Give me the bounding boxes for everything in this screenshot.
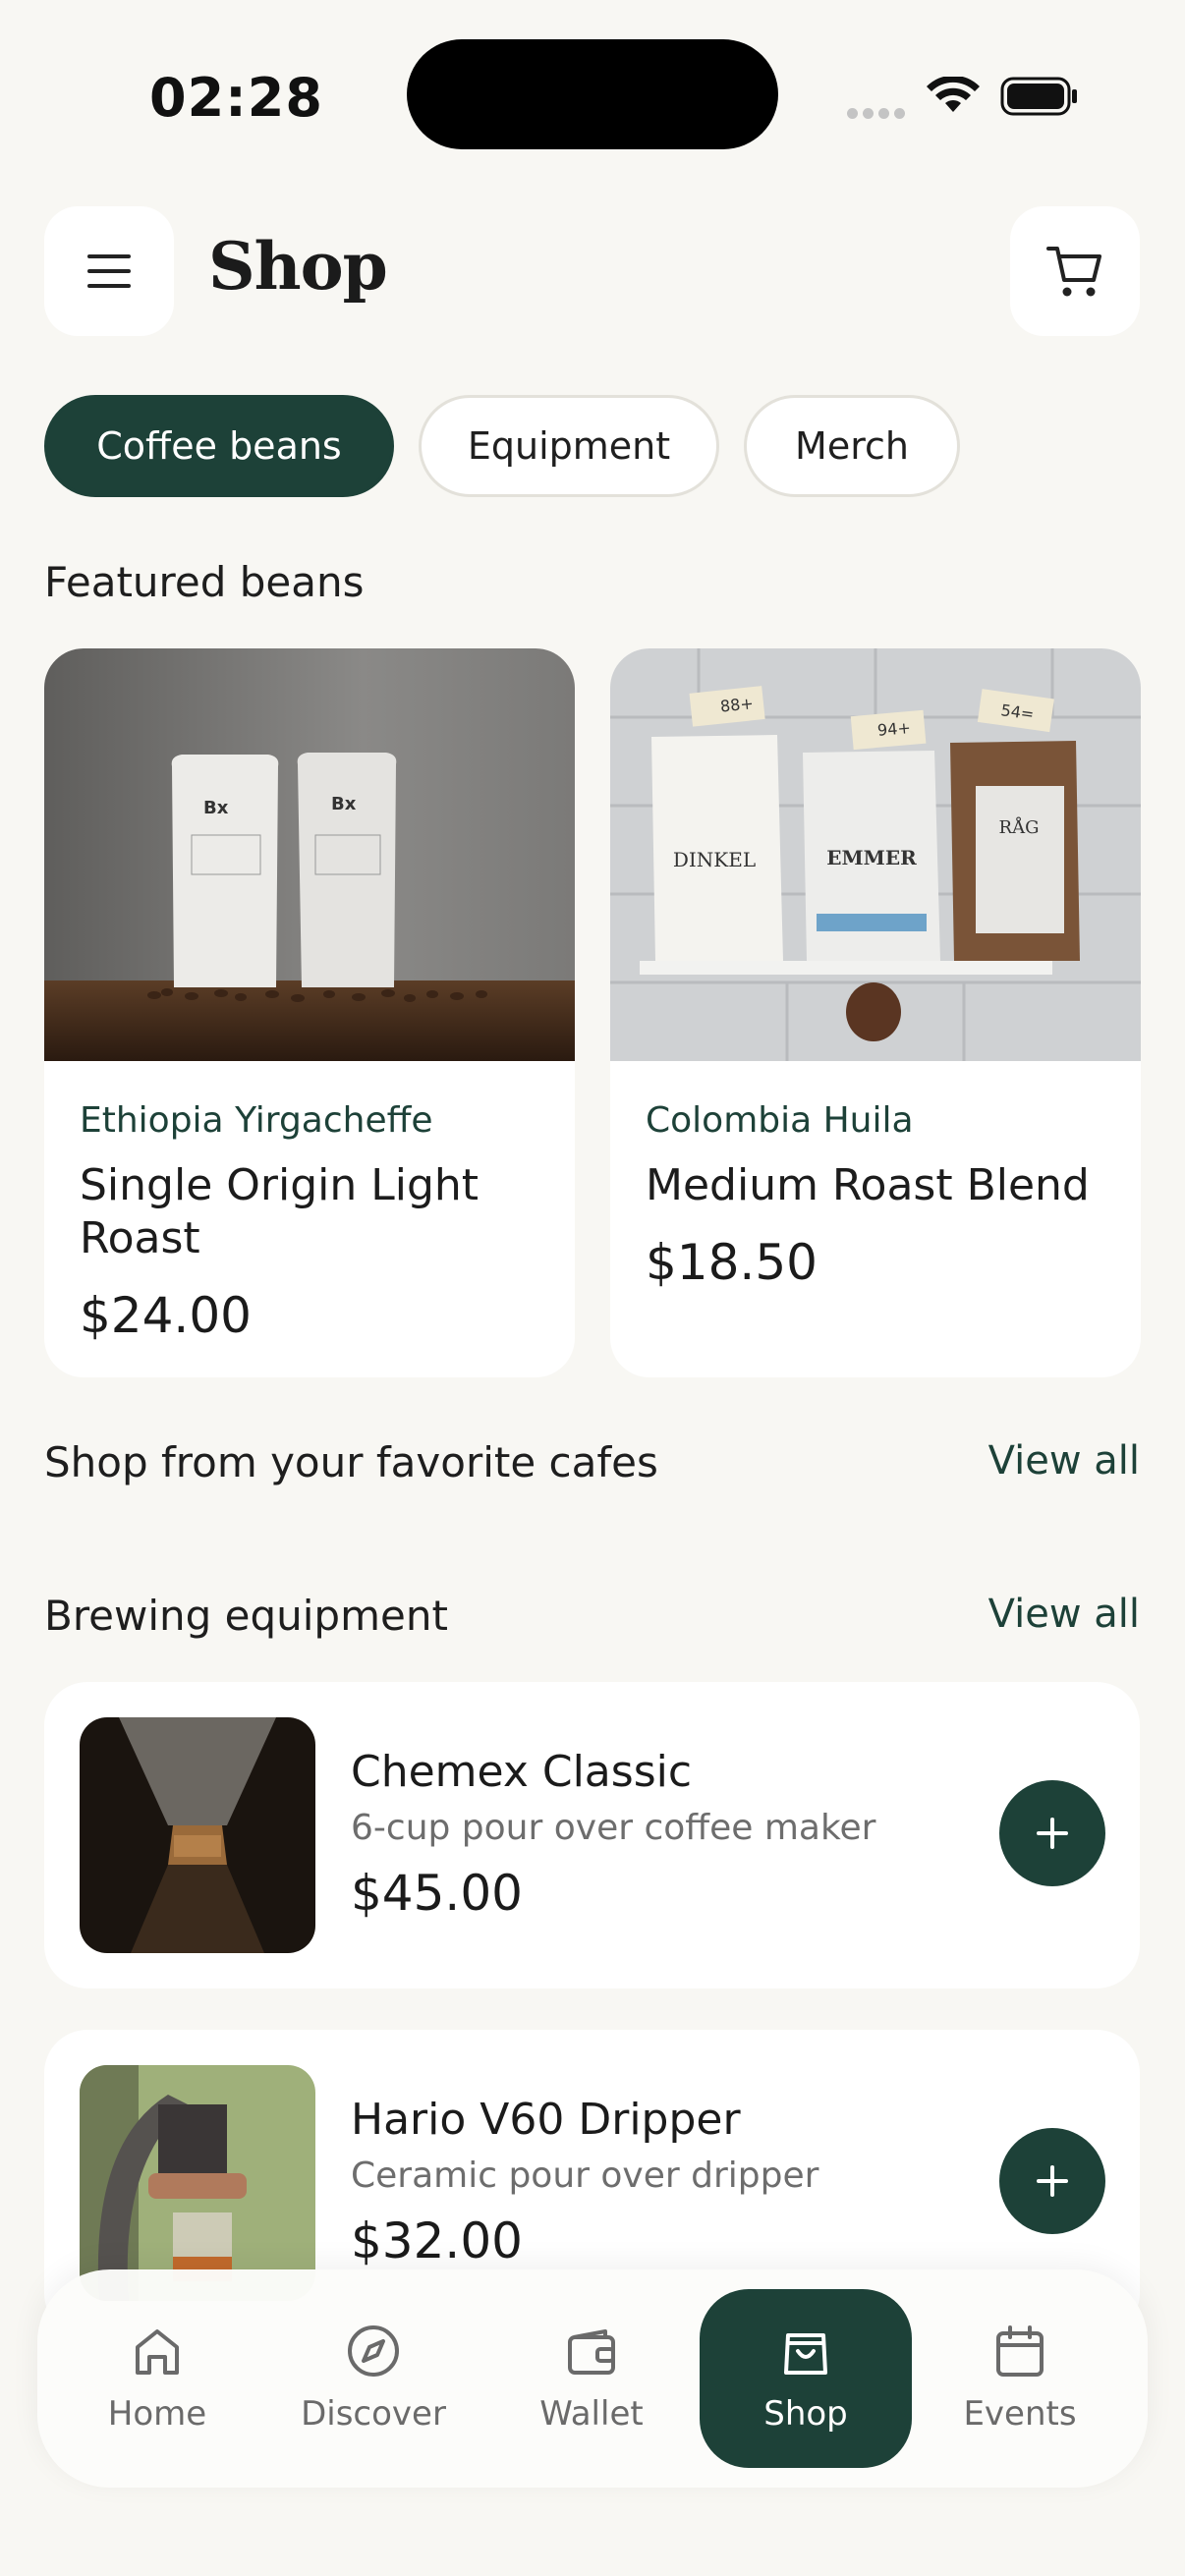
- dynamic-island: [407, 39, 778, 149]
- nav-item-label: Events: [963, 2394, 1077, 2434]
- product-origin: Ethiopia Yirgacheffe: [80, 1100, 433, 1141]
- equipment-card[interactable]: Chemex Classic 6-cup pour over coffee ma…: [44, 1682, 1140, 1988]
- compass-icon: [348, 2325, 399, 2377]
- nav-item-label: Discover: [301, 2394, 446, 2434]
- hamburger-menu-icon: [87, 254, 131, 288]
- v60-dripper-photo: [80, 2065, 315, 2301]
- cellular-signal-icon: [847, 104, 910, 123]
- nav-item-discover[interactable]: Discover: [267, 2289, 480, 2468]
- nav-item-events[interactable]: Events: [914, 2289, 1126, 2468]
- calendar-icon: [996, 2325, 1044, 2377]
- product-name: Hario V60 Dripper: [351, 2095, 741, 2145]
- price-tag-94: 94+: [876, 718, 911, 740]
- product-description: Ceramic pour over dripper: [351, 2156, 819, 2196]
- featured-section-title: Featured beans: [44, 558, 365, 606]
- plus-icon: [1037, 1818, 1068, 1849]
- wifi-icon: [927, 77, 980, 112]
- product-name: Single Origin Light Roast: [80, 1160, 480, 1263]
- status-icons: [847, 71, 1083, 122]
- tab-coffee-beans[interactable]: Coffee beans: [44, 395, 394, 497]
- product-price: $18.50: [646, 1234, 818, 1291]
- svg-text:Bx: Bx: [203, 798, 229, 818]
- shopping-cart-icon: [1046, 247, 1101, 297]
- add-to-cart-button[interactable]: [999, 2128, 1105, 2234]
- nav-item-label: Shop: [763, 2394, 848, 2434]
- featured-card[interactable]: Bx Bx Ethiopia Yirgacheffe Single Origin…: [44, 648, 575, 1377]
- cafes-view-all-link[interactable]: View all: [988, 1438, 1140, 1484]
- product-price: $45.00: [351, 1865, 523, 1922]
- coffee-bags-photo: Bx Bx: [44, 648, 575, 1061]
- price-tag-88: 88+: [719, 694, 755, 715]
- nav-item-home[interactable]: Home: [51, 2289, 263, 2468]
- add-to-cart-button[interactable]: [999, 1780, 1105, 1886]
- wallet-icon: [568, 2329, 615, 2375]
- bag-label-rag: RÅG: [999, 816, 1040, 838]
- product-price: $24.00: [80, 1287, 252, 1344]
- status-time: 02:28: [149, 67, 323, 129]
- nav-item-wallet[interactable]: Wallet: [485, 2289, 698, 2468]
- product-name: Chemex Classic: [351, 1747, 693, 1797]
- product-description: 6-cup pour over coffee maker: [351, 1808, 876, 1848]
- plus-icon: [1037, 2165, 1068, 2197]
- menu-button[interactable]: [44, 206, 174, 336]
- cafes-section-title: Shop from your favorite cafes: [44, 1438, 658, 1486]
- nav-item-shop[interactable]: Shop: [700, 2289, 912, 2468]
- battery-icon: [1000, 77, 1077, 116]
- product-name: Medium Roast Blend: [646, 1160, 1090, 1210]
- bag-label-emmer: EMMER: [826, 846, 917, 869]
- equipment-section-title: Brewing equipment: [44, 1592, 448, 1640]
- tab-merch[interactable]: Merch: [744, 395, 960, 497]
- bottom-navigation: Home Discover Wallet Shop Events: [37, 2269, 1148, 2488]
- tab-equipment[interactable]: Equipment: [419, 395, 719, 497]
- coffee-bags-shelf-photo: DINKEL EMMER RÅG 88+ 94+ 54=: [610, 648, 1141, 1061]
- nav-item-label: Home: [107, 2394, 207, 2434]
- shopping-bag-icon: [784, 2333, 827, 2375]
- product-price: $32.00: [351, 2212, 523, 2269]
- featured-card[interactable]: DINKEL EMMER RÅG 88+ 94+ 54= Colombia Hu…: [610, 648, 1141, 1377]
- chemex-photo: [80, 1717, 315, 1953]
- equipment-view-all-link[interactable]: View all: [988, 1592, 1140, 1637]
- bag-label-dinkel: DINKEL: [673, 848, 756, 871]
- home-icon: [136, 2329, 179, 2375]
- product-origin: Colombia Huila: [646, 1100, 914, 1141]
- svg-text:Bx: Bx: [331, 794, 357, 814]
- cart-button[interactable]: [1010, 206, 1140, 336]
- page-title: Shop: [208, 228, 388, 305]
- nav-item-label: Wallet: [539, 2394, 644, 2434]
